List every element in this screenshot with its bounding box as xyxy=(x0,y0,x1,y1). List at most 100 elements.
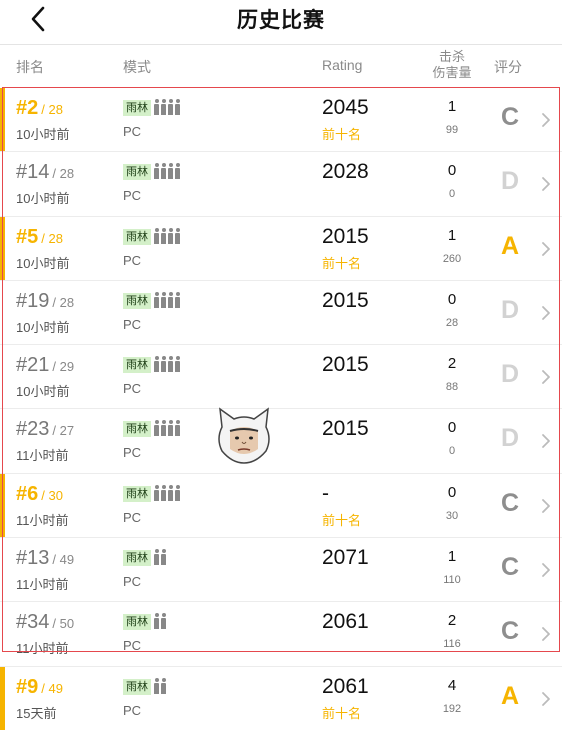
grade-value: D xyxy=(500,360,520,389)
map-badge: 雨林 xyxy=(123,100,151,116)
rank-value: #34/ 50 xyxy=(16,611,74,634)
grade-value: C xyxy=(500,488,520,517)
damage-value: 110 xyxy=(443,574,461,587)
top10-label: 前十名 xyxy=(322,127,362,142)
rank-value: #21/ 29 xyxy=(16,354,74,377)
player-icon xyxy=(154,484,159,501)
player-icon xyxy=(154,549,159,566)
rank-value: #9/ 49 xyxy=(16,676,63,699)
grade-value: D xyxy=(500,295,520,324)
match-time: 10小时前 xyxy=(16,191,70,207)
platform-label: PC xyxy=(123,509,142,525)
rank-value: #14/ 28 xyxy=(16,161,74,184)
match-row[interactable]: #6/ 30 11小时前 雨林 PC - 前十名 0 30 C xyxy=(0,472,562,538)
team-size-icons xyxy=(154,613,166,630)
match-row[interactable]: #23/ 27 11小时前 雨林 PC 2015 0 0 D xyxy=(0,408,562,472)
top-bar: 历史比赛 xyxy=(0,0,562,44)
match-row[interactable]: #9/ 49 15天前 雨林 PC 2061 前十名 4 192 A xyxy=(0,665,562,730)
map-badge: 雨林 xyxy=(123,614,151,631)
platform-label: PC xyxy=(123,574,142,590)
damage-value: 116 xyxy=(443,638,461,651)
match-time: 10小时前 xyxy=(16,255,70,271)
player-icon xyxy=(154,291,159,308)
rating-value: 2045 xyxy=(322,96,369,119)
platform-label: PC xyxy=(123,316,142,332)
team-size-icons xyxy=(154,549,166,566)
column-header-score: 评分 xyxy=(494,59,522,75)
rank-total: / 28 xyxy=(52,166,75,182)
player-icon xyxy=(161,420,166,437)
team-size-icons xyxy=(154,484,180,501)
player-icon xyxy=(168,99,173,115)
player-icon xyxy=(168,356,173,373)
player-icon xyxy=(168,291,173,308)
grade-value: A xyxy=(500,231,520,260)
chevron-right-icon xyxy=(542,370,550,385)
player-icon xyxy=(154,356,159,373)
player-icon xyxy=(175,99,180,115)
rating-value: 2071 xyxy=(322,546,369,570)
player-icon xyxy=(161,549,166,566)
player-icon xyxy=(154,163,159,180)
chevron-right-icon xyxy=(542,113,550,127)
player-icon xyxy=(161,484,166,501)
grade-value: D xyxy=(500,424,520,453)
map-badge: 雨林 xyxy=(123,164,151,181)
rank-total: / 50 xyxy=(52,616,75,632)
match-row[interactable]: #13/ 49 11小时前 雨林 PC 2071 1 110 C xyxy=(0,537,562,601)
platform-label: PC xyxy=(123,188,142,204)
rank-total: / 28 xyxy=(41,230,63,246)
rank-number: #2 xyxy=(16,97,39,119)
rank-total: / 28 xyxy=(41,102,63,117)
player-icon xyxy=(161,613,166,630)
team-size-icons xyxy=(154,677,166,694)
rank-total: / 49 xyxy=(52,552,75,568)
player-icon xyxy=(175,227,180,244)
column-header-row: 排名 模式 Rating 击杀 伤害量 评分 xyxy=(0,44,562,88)
player-icon xyxy=(161,227,166,244)
highlight-accent-bar xyxy=(0,88,5,152)
match-row[interactable]: #34/ 50 11小时前 雨林 PC 2061 2 116 C xyxy=(0,601,562,665)
rating-value: 2015 xyxy=(322,353,369,377)
match-row[interactable]: #2/ 28 10小时前 雨林 PC 2045 前十名 1 99 C xyxy=(0,88,562,152)
column-header-rank: 排名 xyxy=(16,59,44,75)
map-badge: 雨林 xyxy=(123,228,151,245)
grade-value: C xyxy=(500,553,520,582)
player-icon xyxy=(175,420,180,437)
rank-total: / 49 xyxy=(41,680,63,696)
chevron-right-icon xyxy=(542,563,550,577)
match-row[interactable]: #19/ 28 10小时前 雨林 PC 2015 0 28 D xyxy=(0,279,562,344)
player-icon xyxy=(161,163,166,180)
rank-number: #14 xyxy=(16,161,50,184)
rank-value: #6/ 30 xyxy=(16,483,63,506)
team-size-icons xyxy=(154,227,180,244)
player-icon xyxy=(161,677,166,694)
rank-number: #9 xyxy=(16,675,39,698)
damage-value: 30 xyxy=(445,509,459,522)
rank-number: #5 xyxy=(16,225,39,248)
kills-value: 2 xyxy=(447,355,457,373)
match-time: 10小时前 xyxy=(16,384,70,400)
team-size-icons xyxy=(154,291,180,308)
rating-value: 2015 xyxy=(322,417,369,441)
match-row[interactable]: #5/ 28 10小时前 雨林 PC 2015 前十名 1 260 A xyxy=(0,215,562,280)
rank-number: #13 xyxy=(16,547,50,570)
platform-label: PC xyxy=(123,124,142,139)
player-icon xyxy=(154,227,159,244)
page-title: 历史比赛 xyxy=(237,9,325,32)
match-row[interactable]: #14/ 28 10小时前 雨林 PC 2028 0 0 D xyxy=(0,151,562,215)
rank-number: #19 xyxy=(16,289,50,312)
player-icon xyxy=(175,484,180,501)
column-header-rating: Rating xyxy=(322,57,363,73)
grade-value: C xyxy=(500,103,520,131)
player-icon xyxy=(168,420,173,437)
highlight-accent-bar xyxy=(0,666,5,730)
player-icon xyxy=(175,163,180,180)
player-icon xyxy=(175,356,180,373)
platform-label: PC xyxy=(123,445,142,461)
damage-value: 260 xyxy=(442,252,462,265)
match-row[interactable]: #21/ 29 10小时前 雨林 PC 2015 2 88 D xyxy=(0,344,562,408)
team-size-icons xyxy=(154,99,180,115)
match-time: 15天前 xyxy=(16,705,57,721)
player-icon xyxy=(154,613,159,630)
